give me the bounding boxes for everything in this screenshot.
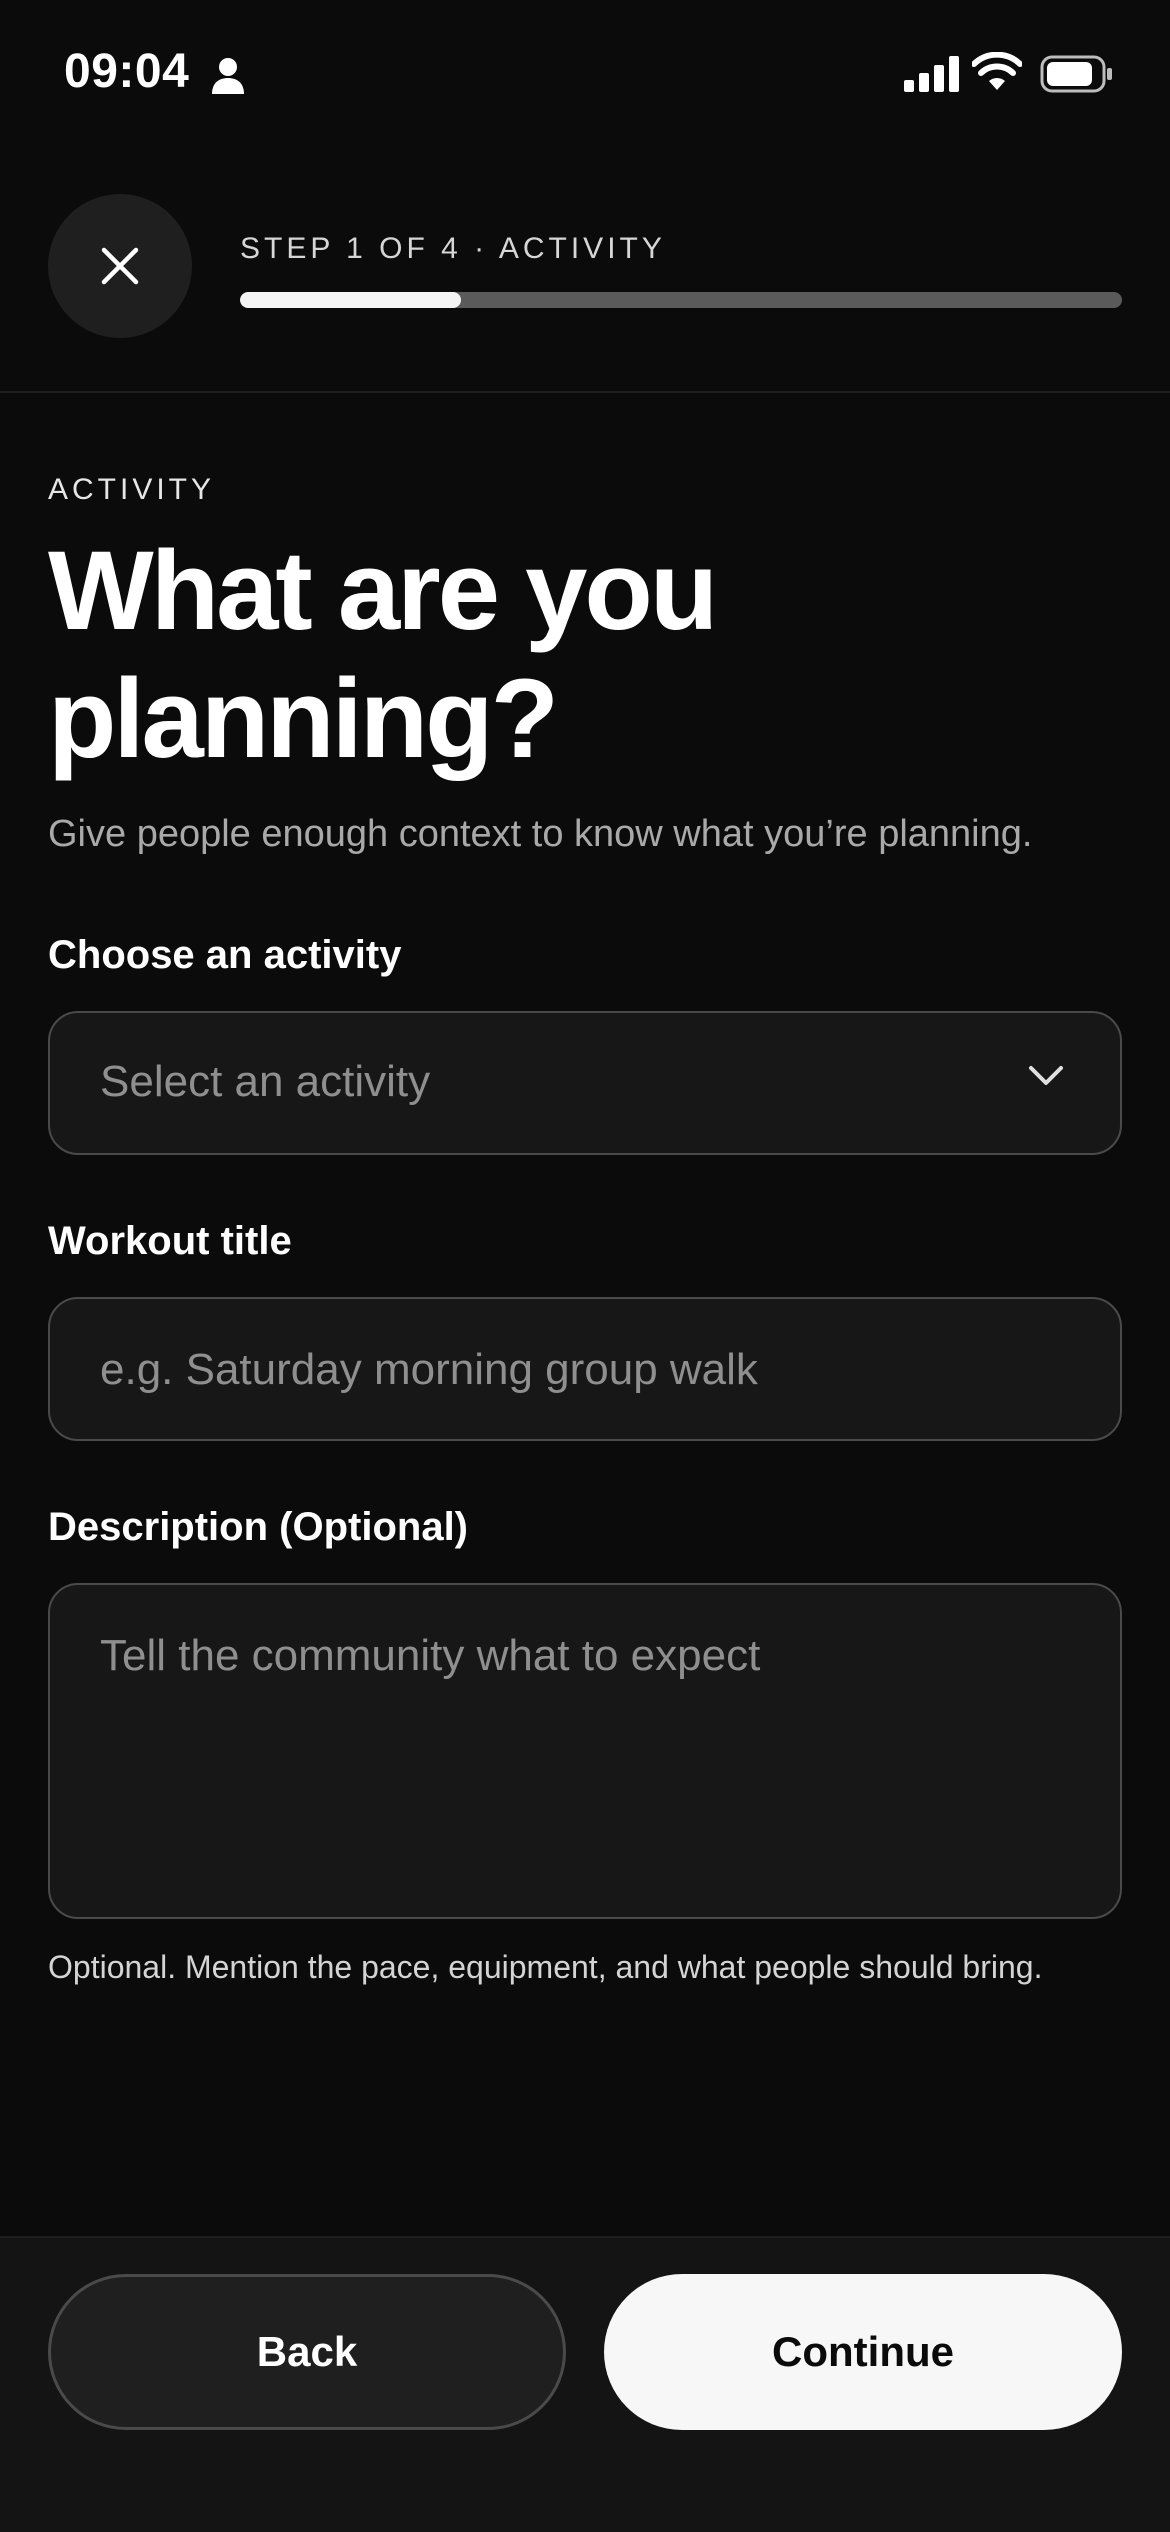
signal-icon — [904, 56, 959, 92]
back-button[interactable]: Back — [48, 2274, 566, 2430]
section-eyebrow: ACTIVITY — [48, 473, 216, 506]
wifi-icon — [972, 52, 1022, 90]
workout-title-label: Workout title — [48, 1219, 292, 1263]
activity-label: Choose an activity — [48, 933, 402, 977]
status-bar: 09:04 — [0, 0, 1170, 150]
bottom-action-bar: Back Continue — [0, 2236, 1170, 2532]
description-helper-text: Optional. Mention the pace, equipment, a… — [48, 1949, 1043, 1985]
page-title: What are you planning? — [48, 528, 718, 781]
close-button[interactable] — [48, 194, 192, 338]
chevron-down-icon — [1029, 1066, 1063, 1085]
activity-select[interactable]: Select an activity — [48, 1011, 1122, 1155]
description-textarea[interactable]: Tell the community what to expect — [48, 1583, 1122, 1919]
battery-icon — [1040, 55, 1112, 93]
progress-bar — [240, 292, 1122, 308]
workout-title-placeholder: e.g. Saturday morning group walk — [100, 1345, 758, 1394]
activity-select-placeholder: Select an activity — [100, 1057, 431, 1106]
workout-title-input[interactable]: e.g. Saturday morning group walk — [48, 1297, 1122, 1441]
continue-button[interactable]: Continue — [604, 2274, 1122, 2430]
status-time: 09:04 — [64, 45, 190, 98]
progress-fill — [240, 292, 461, 308]
person-icon — [212, 58, 244, 94]
close-icon — [101, 247, 139, 285]
flow-header: STEP 1 OF 4 · ACTIVITY — [0, 150, 1170, 393]
page-subtitle: Give people enough context to know what … — [48, 813, 1033, 855]
description-label: Description (Optional) — [48, 1505, 468, 1549]
step-label: STEP 1 OF 4 · ACTIVITY — [240, 232, 666, 265]
description-placeholder: Tell the community what to expect — [100, 1631, 761, 1680]
